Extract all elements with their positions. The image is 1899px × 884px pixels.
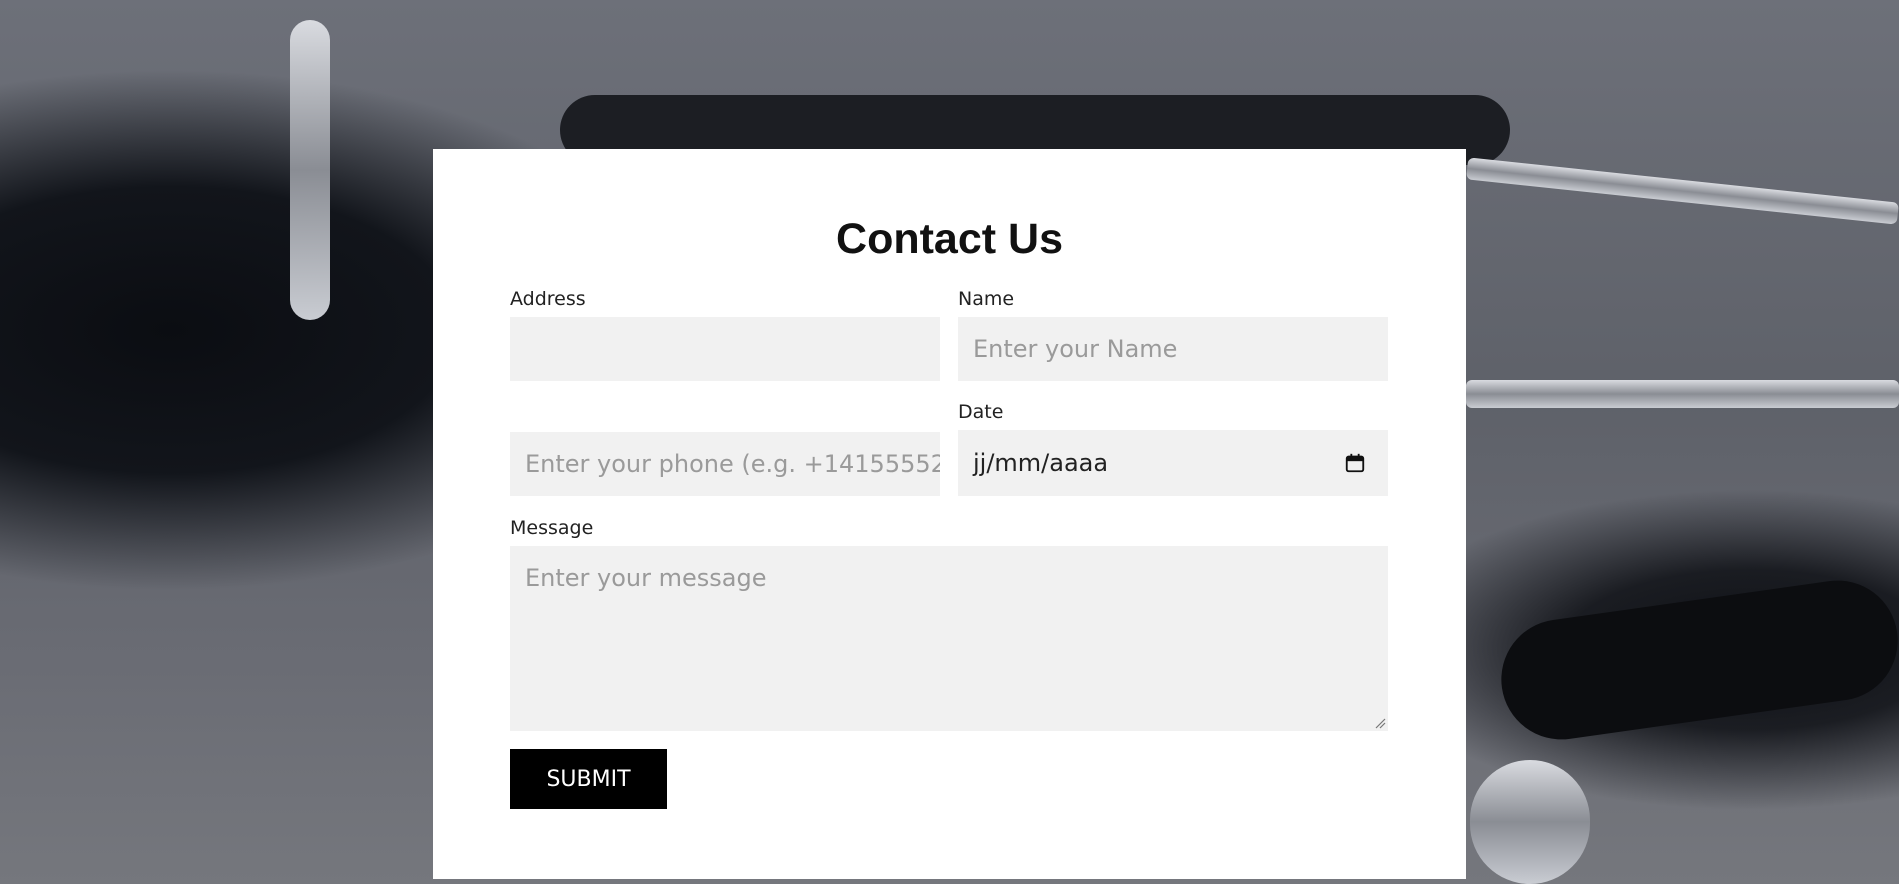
calendar-icon[interactable] bbox=[1344, 452, 1366, 474]
contact-form-card: Contact Us Address Name Enter your Name … bbox=[433, 149, 1466, 879]
name-label: Name bbox=[958, 288, 1015, 310]
message-textarea[interactable]: Enter your message bbox=[510, 546, 1388, 731]
page-title: Contact Us bbox=[836, 215, 1063, 263]
date-value: jj/mm/aaaa bbox=[973, 449, 1109, 477]
bg-stethoscope-metal bbox=[1466, 380, 1899, 408]
message-placeholder: Enter your message bbox=[525, 564, 767, 592]
date-label: Date bbox=[958, 401, 1004, 423]
message-label: Message bbox=[510, 517, 594, 539]
address-input[interactable] bbox=[510, 317, 940, 381]
name-placeholder: Enter your Name bbox=[973, 335, 1178, 363]
resize-grip-icon[interactable] bbox=[1374, 717, 1386, 729]
bg-stethoscope-earpiece bbox=[290, 20, 330, 320]
phone-placeholder: Enter your phone (e.g. +141555526 bbox=[525, 450, 940, 478]
phone-input[interactable]: Enter your phone (e.g. +141555526 bbox=[510, 432, 940, 496]
bg-stethoscope-metal-2 bbox=[1466, 157, 1899, 225]
submit-button[interactable]: SUBMIT bbox=[510, 749, 667, 809]
bg-stethoscope-chestpiece bbox=[1470, 760, 1590, 884]
date-input[interactable]: jj/mm/aaaa bbox=[958, 430, 1388, 496]
bg-stethoscope-tube-2 bbox=[1493, 572, 1899, 748]
name-input[interactable]: Enter your Name bbox=[958, 317, 1388, 381]
address-label: Address bbox=[510, 288, 586, 310]
